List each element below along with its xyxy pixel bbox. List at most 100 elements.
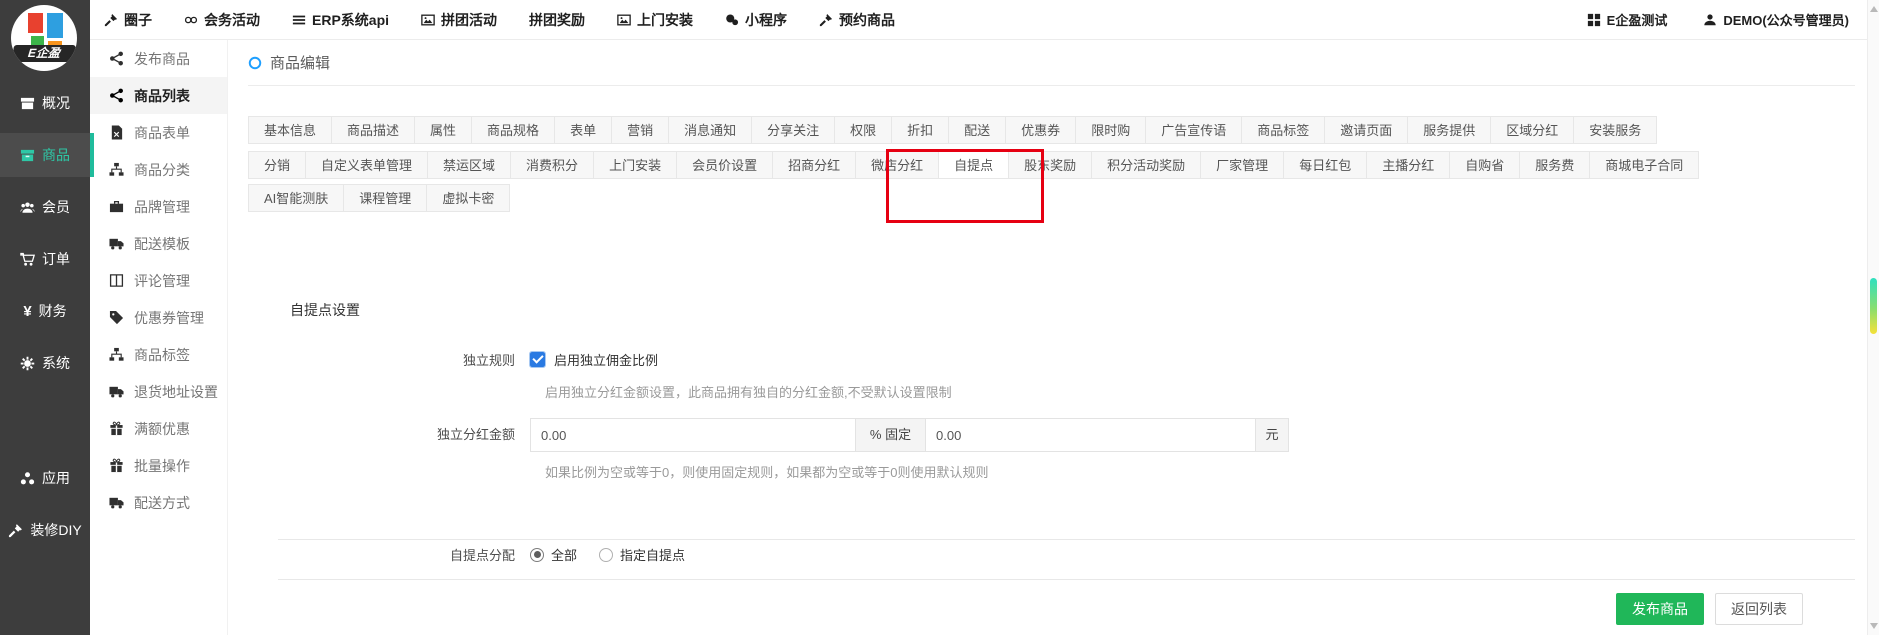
back-to-list-button[interactable]: 返回列表 (1715, 593, 1803, 625)
submenu-item[interactable]: 评论管理 (90, 262, 227, 299)
tab[interactable]: 配送 (948, 116, 1006, 144)
sidebar-item[interactable]: 装修DIY (0, 508, 90, 552)
tab[interactable]: 商品标签 (1241, 116, 1325, 144)
tab[interactable]: 会员价设置 (676, 151, 773, 179)
top-nav-item[interactable]: 预约商品 (819, 10, 895, 30)
tab[interactable]: 消息通知 (668, 116, 752, 144)
submenu-item[interactable]: 商品分类 (90, 151, 227, 188)
tab-rows: 基本信息 商品描述 属性 商品规格 表单 营销 (228, 116, 1879, 212)
radio-icon[interactable] (599, 548, 613, 562)
sidebar-item[interactable]: 系统 (0, 341, 90, 385)
account-item[interactable]: DEMO(公众号管理员) (1703, 10, 1849, 29)
top-nav-item[interactable]: 上门安装 (617, 10, 693, 30)
tab-label: 服务提供 (1423, 123, 1475, 138)
tab[interactable]: 课程管理 (343, 184, 427, 212)
tab[interactable]: 限时购 (1075, 116, 1146, 144)
checkbox-label[interactable]: 启用独立佣金比例 (554, 350, 658, 369)
tab[interactable]: 折扣 (891, 116, 949, 144)
tab-label: 商品描述 (347, 123, 399, 138)
submenu-item[interactable]: 品牌管理 (90, 188, 227, 225)
tab[interactable]: 股东奖励 (1008, 151, 1092, 179)
top-nav-item[interactable]: 小程序 (725, 10, 787, 30)
radio-icon[interactable] (530, 548, 544, 562)
page-scrollbar[interactable] (1867, 0, 1879, 635)
publish-product-button[interactable]: 发布商品 (1616, 593, 1704, 625)
submenu-item-label: 退货地址设置 (134, 382, 218, 402)
tab[interactable]: 招商分红 (772, 151, 856, 179)
radio-option[interactable]: 全部 (530, 545, 577, 564)
submenu-item[interactable]: 商品列表 (90, 77, 227, 114)
sidebar-item[interactable]: 应用 (0, 456, 90, 500)
radio-option[interactable]: 指定自提点 (599, 545, 685, 564)
yuan-addon: 元 (1255, 418, 1289, 452)
tab[interactable]: 属性 (414, 116, 472, 144)
account-item[interactable]: E企盈测试 (1587, 10, 1668, 29)
tab[interactable]: 分销 (248, 151, 306, 179)
scrollbar-thumb[interactable] (1870, 278, 1877, 334)
fixed-amount-input[interactable] (925, 418, 1256, 452)
tab-label: 自定义表单管理 (321, 158, 412, 173)
tab[interactable]: 营销 (611, 116, 669, 144)
submenu-item[interactable]: 配送方式 (90, 484, 227, 521)
submenu-item[interactable]: 发布商品 (90, 40, 227, 77)
gavel-icon (8, 523, 23, 538)
submenu-item[interactable]: 商品标签 (90, 336, 227, 373)
sidebar-item[interactable]: 会员 (0, 185, 90, 229)
tab[interactable]: 消费积分 (510, 151, 594, 179)
scroll-up-icon[interactable] (1870, 6, 1878, 12)
tab[interactable]: 商品描述 (331, 116, 415, 144)
tab[interactable]: 基本信息 (248, 116, 332, 144)
top-nav-item[interactable]: 会务活动 (184, 10, 260, 30)
tab[interactable]: 权限 (834, 116, 892, 144)
top-nav-item[interactable]: 圈子 (104, 10, 152, 30)
tab[interactable]: 安装服务 (1573, 116, 1657, 144)
tab[interactable]: 微店分红 (855, 151, 939, 179)
tab-label: 表单 (570, 123, 596, 138)
sidebar-item[interactable]: 商品 (0, 133, 90, 177)
enable-commission-checkbox[interactable] (530, 352, 545, 367)
tab[interactable]: 虚拟卡密 (426, 184, 510, 212)
top-nav-item[interactable]: ERP系统api (292, 10, 389, 30)
submenu-item[interactable]: 退货地址设置 (90, 373, 227, 410)
tab-row-1: 基本信息 商品描述 属性 商品规格 表单 营销 (248, 116, 1879, 144)
share-icon (108, 88, 124, 103)
tab[interactable]: 邀请页面 (1324, 116, 1408, 144)
tab[interactable]: 服务费 (1519, 151, 1590, 179)
submenu-item[interactable]: 满额优惠 (90, 410, 227, 447)
tab[interactable]: 分享关注 (751, 116, 835, 144)
tab-label: 基本信息 (264, 123, 316, 138)
top-nav-label: 拼团活动 (441, 10, 497, 30)
users-icon (20, 200, 35, 215)
sidebar-item[interactable]: 概况 (0, 81, 90, 125)
top-nav-item[interactable]: 拼团活动 (421, 10, 497, 30)
tab[interactable]: 自定义表单管理 (305, 151, 428, 179)
tab[interactable]: 区域分红 (1490, 116, 1574, 144)
tab[interactable]: 禁运区域 (427, 151, 511, 179)
percent-input[interactable] (530, 418, 856, 452)
submenu-item[interactable]: 配送模板 (90, 225, 227, 262)
app-logo[interactable]: E企盈 (0, 0, 90, 78)
tab[interactable]: 优惠券 (1005, 116, 1076, 144)
tab[interactable]: 厂家管理 (1200, 151, 1284, 179)
tab[interactable]: 自提点 (938, 151, 1009, 179)
tab[interactable]: 商城电子合同 (1589, 151, 1699, 179)
tab[interactable]: 上门安装 (593, 151, 677, 179)
submenu-item[interactable]: 批量操作 (90, 447, 227, 484)
tab[interactable]: 表单 (554, 116, 612, 144)
tab[interactable]: 广告宣传语 (1145, 116, 1242, 144)
top-nav-item[interactable]: 拼团奖励 (529, 10, 585, 30)
sidebar-item[interactable]: 订单 (0, 237, 90, 281)
tab[interactable]: AI智能测肤 (248, 184, 344, 212)
scroll-down-icon[interactable] (1870, 623, 1878, 629)
submenu-item[interactable]: 优惠券管理 (90, 299, 227, 336)
tab[interactable]: 服务提供 (1407, 116, 1491, 144)
submenu-item[interactable]: 商品表单 (90, 114, 227, 151)
tab[interactable]: 主播分红 (1366, 151, 1450, 179)
tab[interactable]: 每日红包 (1283, 151, 1367, 179)
tab[interactable]: 商品规格 (471, 116, 555, 144)
tab[interactable]: 积分活动奖励 (1091, 151, 1201, 179)
tab-label: 分享关注 (767, 123, 819, 138)
top-nav-label: 预约商品 (839, 10, 895, 30)
tab[interactable]: 自购省 (1449, 151, 1520, 179)
sidebar-item[interactable]: ¥ 财务 (0, 289, 90, 333)
